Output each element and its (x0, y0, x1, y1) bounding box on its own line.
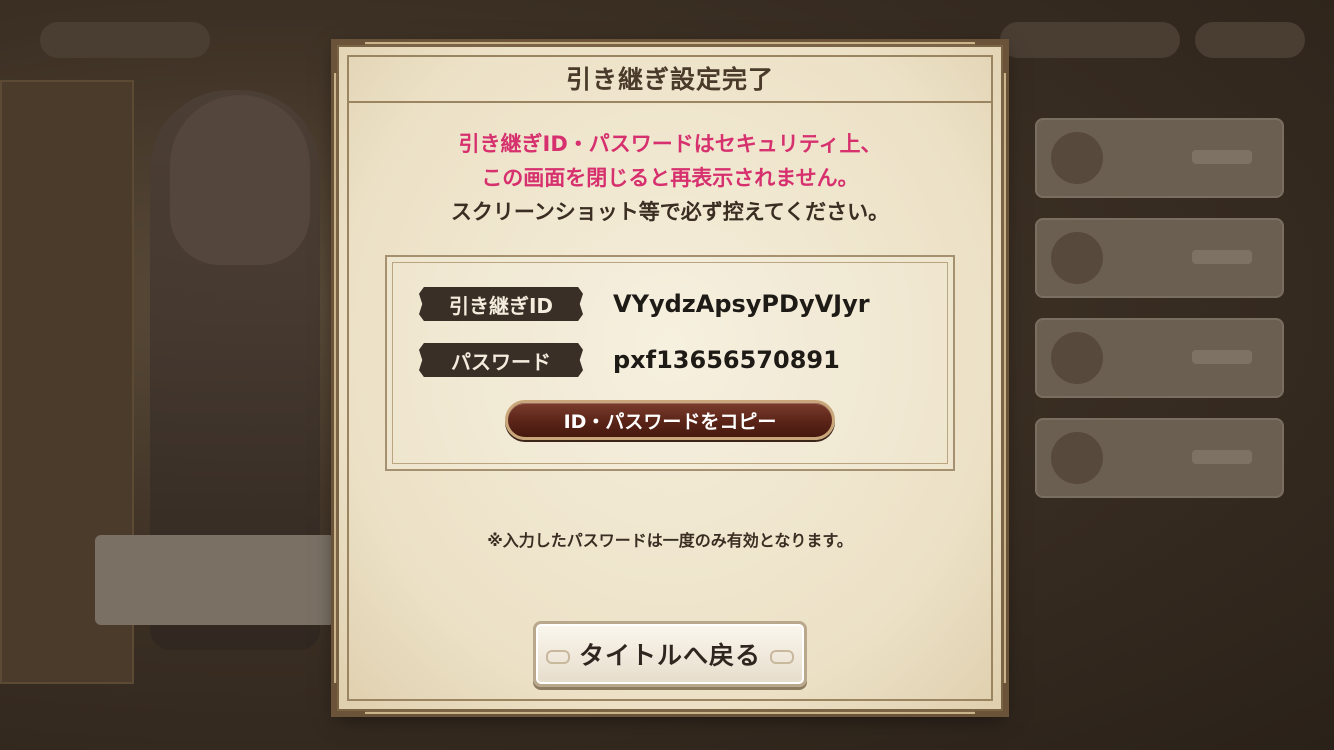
copy-credentials-button[interactable]: ID・パスワードをコピー (505, 400, 835, 440)
background-currency (1195, 22, 1305, 58)
frame-corner (333, 683, 365, 715)
warning-message: 引き継ぎID・パスワードはセキュリティ上、 この画面を閉じると再表示されません。… (339, 127, 1001, 229)
background-character-head (170, 95, 310, 265)
password-label: パスワード (419, 343, 583, 377)
background-message-box (95, 535, 335, 625)
transfer-id-label: 引き継ぎID (419, 287, 583, 321)
password-value: pxf13656570891 (613, 346, 840, 374)
password-note: ※入力したパスワードは一度のみ有効となります。 (487, 531, 853, 550)
background-top-bar (40, 22, 210, 58)
credentials-panel: 引き継ぎID VYydzApsyPDyVJyr パスワード pxf1365657… (385, 255, 955, 471)
background-menu-button (1035, 318, 1284, 398)
back-to-title-label: タイトルへ戻る (578, 641, 761, 670)
background-menu-button (1035, 418, 1284, 498)
button-ornament (546, 650, 570, 664)
transfer-complete-dialog: 引き継ぎ設定完了 引き継ぎID・パスワードはセキュリティ上、 この画面を閉じると… (333, 41, 1007, 715)
password-row: パスワード pxf13656570891 (419, 343, 840, 377)
background-menu-button (1035, 218, 1284, 298)
background-currency (1000, 22, 1180, 58)
instruction-text: スクリーンショット等で必ず控えてください。 (450, 200, 890, 224)
transfer-id-value: VYydzApsyPDyVJyr (613, 290, 870, 318)
transfer-id-row: 引き継ぎID VYydzApsyPDyVJyr (419, 287, 870, 321)
warning-line-1: 引き継ぎID・パスワードはセキュリティ上、 (458, 132, 882, 156)
warning-line-2: この画面を閉じると再表示されません。 (481, 166, 859, 190)
back-to-title-button[interactable]: タイトルへ戻る (533, 621, 807, 687)
dialog-title-bar: 引き継ぎ設定完了 (347, 55, 993, 103)
frame-corner (975, 683, 1007, 715)
background-menu-button (1035, 118, 1284, 198)
dialog-title: 引き継ぎ設定完了 (565, 65, 774, 94)
button-ornament (770, 650, 794, 664)
